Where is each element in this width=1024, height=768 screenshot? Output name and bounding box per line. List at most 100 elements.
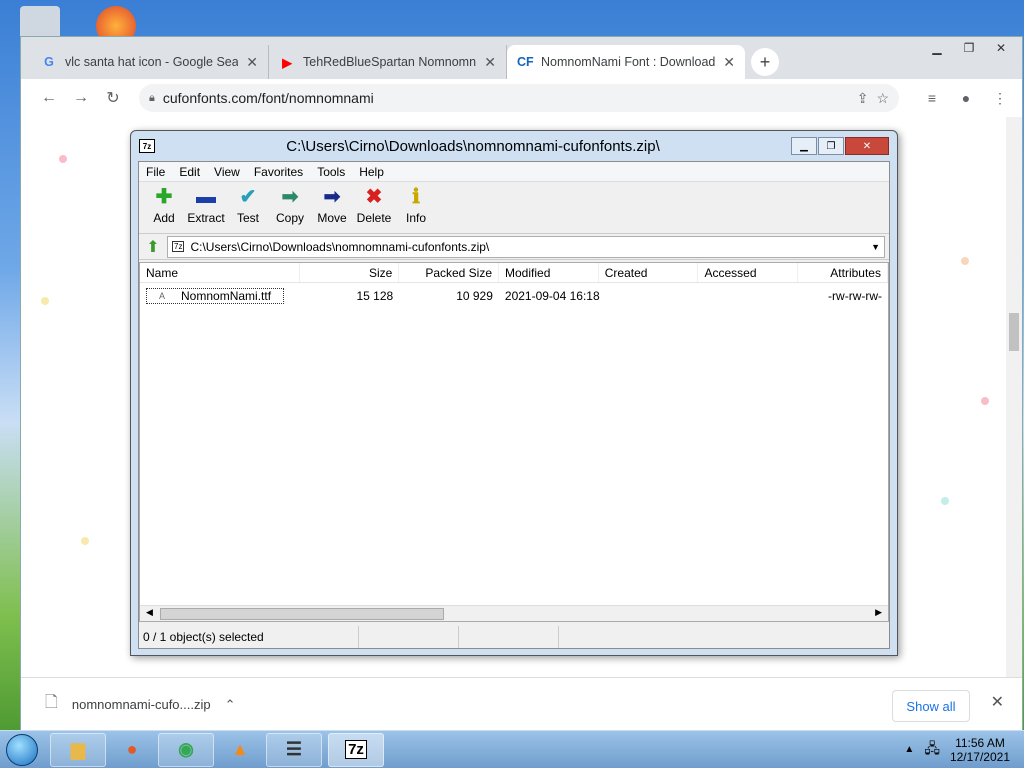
close-icon[interactable]: ✕ <box>845 137 889 155</box>
path-bar: ⬆ 7z C:\Users\Cirno\Downloads\nomnomnami… <box>139 234 889 260</box>
maximize-icon[interactable]: ❐ <box>954 39 984 57</box>
archive-icon: 7z <box>172 241 185 252</box>
confetti-dot <box>81 537 89 545</box>
close-tab-icon[interactable]: ✕ <box>723 54 735 71</box>
minimize-icon[interactable]: ▁ <box>791 137 817 155</box>
address-bar[interactable]: 🔒︎ cufonfonts.com/font/nomnomnami ⇪ ☆ <box>139 84 899 112</box>
confetti-dot <box>59 155 67 163</box>
sevenzip-app-icon: 7z <box>139 139 155 153</box>
col-packed-size[interactable]: Packed Size <box>399 263 500 282</box>
maximize-icon[interactable]: ❐ <box>818 137 844 155</box>
extract-button[interactable]: ▬ Extract <box>185 186 227 225</box>
close-icon[interactable]: ✕ <box>986 39 1016 57</box>
status-cell <box>559 626 659 648</box>
taskbar-chrome[interactable]: ◉ <box>158 732 214 767</box>
bookmark-star-icon[interactable]: ☆ <box>876 90 889 107</box>
tab-youtube[interactable]: ▶ TehRedBlueSpartan Nomnomnami ✕ <box>269 45 507 79</box>
folder-up-icon[interactable]: ⬆ <box>143 237 163 257</box>
scroll-left-icon[interactable]: ◀ <box>146 607 153 618</box>
folder-icon: ▆ <box>71 739 85 759</box>
clock-time: 11:56 AM <box>955 735 1005 750</box>
file-accessed <box>699 285 799 307</box>
col-name[interactable]: Name <box>140 263 300 282</box>
horizontal-scrollbar[interactable]: ◀ ▶ <box>140 605 888 621</box>
taskbar-7zip[interactable]: 7z <box>328 732 384 767</box>
vlc-icon: ▲ <box>231 739 249 759</box>
menu-bar: File Edit View Favorites Tools Help <box>139 162 889 182</box>
status-bar: 0 / 1 object(s) selected <box>139 626 889 648</box>
menu-tools[interactable]: Tools <box>312 165 350 179</box>
move-label: Move <box>317 211 347 225</box>
youtube-icon: ▶ <box>282 55 292 70</box>
scroll-right-icon[interactable]: ▶ <box>875 607 882 618</box>
scroll-thumb[interactable] <box>1009 313 1019 351</box>
sevenzip-titlebar[interactable]: 7z C:\Users\Cirno\Downloads\nomnomnami-c… <box>131 131 897 161</box>
lock-icon: 🔒︎ <box>149 91 155 104</box>
close-tab-icon[interactable]: ✕ <box>484 54 496 71</box>
taskbar-notepad[interactable]: ☰ <box>266 732 322 767</box>
menu-edit[interactable]: Edit <box>174 165 205 179</box>
delete-button[interactable]: ✖ Delete <box>353 186 395 225</box>
status-cell <box>459 626 559 648</box>
browser-toolbar: ← → ↻ 🔒︎ cufonfonts.com/font/nomnomnami … <box>21 79 1022 117</box>
file-list: Name Size Packed Size Modified Created A… <box>139 262 889 622</box>
menu-favorites[interactable]: Favorites <box>249 165 308 179</box>
scroll-thumb[interactable] <box>160 608 444 620</box>
copy-button[interactable]: ➡ Copy <box>269 186 311 225</box>
taskbar-explorer[interactable]: ▆ <box>50 732 106 767</box>
col-accessed[interactable]: Accessed <box>698 263 799 282</box>
file-packed-size: 10 929 <box>456 289 493 303</box>
new-tab-button[interactable]: + <box>751 48 779 76</box>
close-download-bar-icon[interactable]: ✕ <box>991 692 1004 712</box>
test-icon: ✔ <box>239 186 257 208</box>
test-button[interactable]: ✔ Test <box>227 186 269 225</box>
clock[interactable]: 11:56 AM 12/17/2021 <box>950 736 1010 764</box>
file-row[interactable]: A NomnomNami.ttf 15 128 10 929 2021-09-0… <box>140 285 888 307</box>
tray-arrow-icon[interactable]: ▲ <box>904 744 914 755</box>
profile-avatar-icon[interactable]: ● <box>952 90 980 107</box>
window-title: C:\Users\Cirno\Downloads\nomnomnami-cufo… <box>286 137 660 155</box>
forward-icon[interactable]: → <box>65 89 97 107</box>
sevenzip-client: File Edit View Favorites Tools Help ✚ Ad… <box>138 161 890 649</box>
move-icon: ➡ <box>323 186 341 208</box>
show-all-button[interactable]: Show all <box>892 690 970 722</box>
col-created[interactable]: Created <box>599 263 699 282</box>
taskbar-firefox[interactable]: ● <box>112 733 152 767</box>
add-button[interactable]: ✚ Add <box>143 186 185 225</box>
minimize-icon[interactable]: ▁ <box>922 39 952 57</box>
extract-icon: ▬ <box>196 186 216 208</box>
tab-title: NomnomNami Font : Download <box>541 55 716 69</box>
list-icon: ☰ <box>285 739 303 759</box>
tab-google-search[interactable]: G vlc santa hat icon - Google Search ✕ <box>31 45 269 79</box>
col-modified[interactable]: Modified <box>499 263 599 282</box>
network-icon[interactable]: 🖧︎ <box>924 738 940 762</box>
file-size: 15 128 <box>356 289 394 303</box>
url-text: cufonfonts.com/font/nomnomnami <box>162 90 374 106</box>
path-field[interactable]: 7z C:\Users\Cirno\Downloads\nomnomnami-c… <box>167 235 885 258</box>
status-text: 0 / 1 object(s) selected <box>139 626 359 648</box>
taskbar-vlc[interactable]: ▲ <box>220 733 260 767</box>
copy-icon: ➡ <box>281 186 299 208</box>
chevron-up-icon[interactable]: ⌃ <box>225 697 236 713</box>
sevenzip-toolbar: ✚ Add ▬ Extract ✔ Test ➡ Copy ➡ Move ✖ D… <box>139 182 889 234</box>
chevron-down-icon[interactable]: ▼ <box>871 242 880 252</box>
page-scrollbar[interactable] <box>1006 117 1022 677</box>
back-icon[interactable]: ← <box>33 89 65 107</box>
col-attributes[interactable]: Attributes <box>798 263 888 282</box>
menu-file[interactable]: File <box>141 165 170 179</box>
reload-icon[interactable]: ↻ <box>97 88 129 108</box>
info-button[interactable]: ℹ Info <box>395 186 437 225</box>
menu-help[interactable]: Help <box>354 165 389 179</box>
download-item[interactable]: 🗋 nomnomnami-cufo....zip ⌃ <box>45 691 255 718</box>
reading-list-icon[interactable]: ≡ <box>918 90 946 107</box>
menu-view[interactable]: View <box>209 165 245 179</box>
menu-dots-icon[interactable]: ⋮ <box>986 90 1014 107</box>
share-icon[interactable]: ⇪ <box>857 90 869 107</box>
close-tab-icon[interactable]: ✕ <box>246 54 258 71</box>
file-name-focus: A NomnomNami.ttf <box>146 288 285 304</box>
start-button[interactable] <box>0 731 44 768</box>
tab-cufonfonts[interactable]: CF NomnomNami Font : Download ✕ <box>507 45 745 79</box>
col-size[interactable]: Size <box>300 263 400 282</box>
cufonfonts-icon: CF <box>517 55 534 69</box>
move-button[interactable]: ➡ Move <box>311 186 353 225</box>
